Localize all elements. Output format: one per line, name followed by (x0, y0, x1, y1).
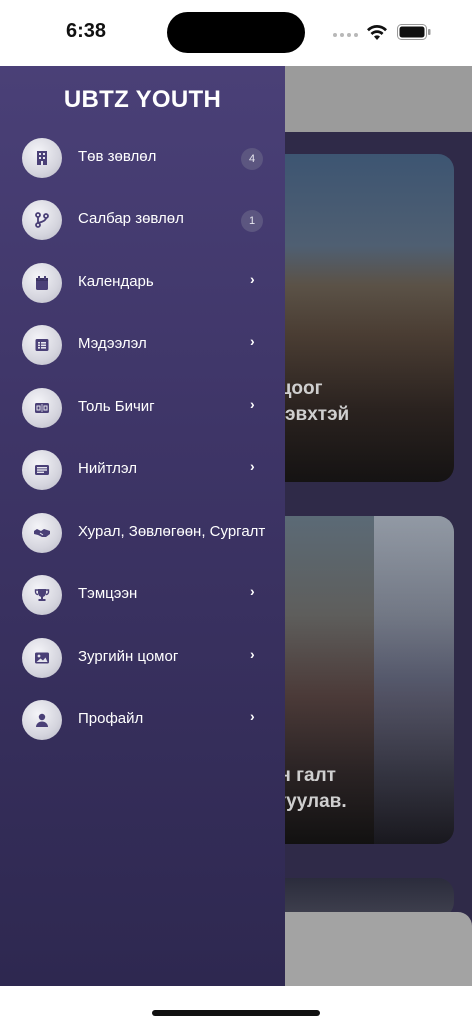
home-indicator[interactable] (152, 1010, 320, 1016)
chevron-right-icon: › (250, 333, 255, 349)
handshake-icon (22, 513, 62, 553)
menu-item-articles[interactable]: Нийтлэл › (0, 444, 285, 498)
status-time: 6:38 (66, 20, 107, 42)
menu-item-label: Толь Бичиг (78, 398, 155, 415)
menu-item-news[interactable]: Мэдээлэл › (0, 319, 285, 373)
article-icon (22, 450, 62, 490)
count-badge: 4 (241, 148, 263, 170)
chevron-right-icon: › (250, 646, 255, 662)
chevron-right-icon: › (250, 708, 255, 724)
menu-item-central-council[interactable]: Төв зөвлөл 4 (0, 132, 285, 186)
menu-item-label: Төв зөвлөл (78, 148, 157, 165)
branch-icon (22, 200, 62, 240)
menu-item-competition[interactable]: Тэмцээн › (0, 569, 285, 623)
menu-item-label: Календарь (78, 273, 154, 290)
menu-item-label: Зургийн цомог (78, 648, 179, 665)
dictionary-icon (22, 388, 62, 428)
card-photo-figure (374, 516, 454, 844)
home-indicator-area (0, 986, 472, 1024)
wifi-icon (367, 24, 387, 40)
drawer-title: UBTZ YOUTH (63, 86, 222, 113)
chevron-right-icon: › (250, 583, 255, 599)
trophy-icon (22, 575, 62, 615)
building-icon (22, 138, 62, 178)
user-icon (22, 700, 62, 740)
menu-item-label: Салбар зөвлөл (78, 210, 184, 227)
status-bar: 6:38 (0, 0, 472, 66)
side-drawer: UBTZ YOUTH Төв зөвлөл 4 Салбар зөвлөл 1 … (0, 66, 285, 986)
dynamic-island (167, 12, 305, 53)
menu-item-branch-council[interactable]: Салбар зөвлөл 1 (0, 194, 285, 248)
menu-item-profile[interactable]: Профайл › (0, 694, 285, 748)
chevron-right-icon: › (250, 458, 255, 474)
chevron-right-icon: › (250, 271, 255, 287)
chevron-right-icon: › (250, 396, 255, 412)
list-icon (22, 325, 62, 365)
menu-item-label: Профайл (78, 710, 144, 727)
battery-icon (397, 24, 431, 40)
menu-item-label: Тэмцээн (78, 585, 138, 602)
cellular-signal-icon (333, 33, 358, 37)
menu-item-calendar[interactable]: Календарь › (0, 257, 285, 311)
image-icon (22, 638, 62, 678)
menu-item-gallery[interactable]: Зургийн цомог › (0, 632, 285, 686)
menu-item-label: Мэдээлэл (78, 335, 147, 352)
menu-item-dictionary[interactable]: Толь Бичиг › (0, 382, 285, 436)
menu-item-label: Нийтлэл (78, 460, 137, 477)
calendar-icon (22, 263, 62, 303)
menu-item-label: Хурал, Зөвлөгөөн, Сургалт (78, 523, 266, 540)
menu-item-meetings[interactable]: Хурал, Зөвлөгөөн, Сургалт (0, 507, 285, 561)
count-badge: 1 (241, 210, 263, 232)
